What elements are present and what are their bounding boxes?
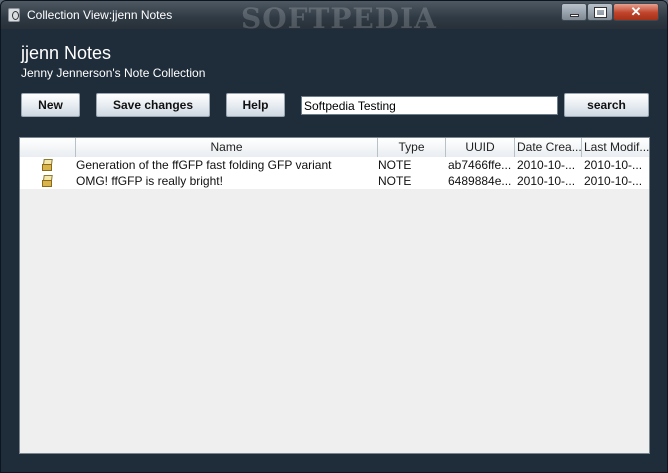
maximize-icon: [588, 4, 612, 20]
app-icon[interactable]: [8, 8, 20, 22]
save-changes-button[interactable]: Save changes: [96, 93, 210, 117]
row-last-modified: 2010-10-...: [584, 174, 643, 188]
help-button[interactable]: Help: [226, 93, 285, 117]
collection-subtitle: Jenny Jennerson's Note Collection: [21, 66, 206, 80]
close-button[interactable]: ✕: [613, 3, 659, 21]
row-last-modified: 2010-10-...: [584, 158, 643, 172]
row-type: NOTE: [378, 174, 412, 188]
close-icon: ✕: [630, 4, 642, 19]
column-header-name[interactable]: Name: [76, 138, 378, 157]
row-name: Generation of the ffGFP fast folding GFP…: [76, 158, 332, 172]
note-folder-icon: [40, 157, 54, 173]
table-row[interactable]: OMG! ffGFP is really bright! NOTE 648988…: [20, 173, 649, 189]
column-header-icon[interactable]: [20, 138, 76, 157]
maximize-button[interactable]: [587, 3, 613, 21]
window-title: Collection View:jjenn Notes: [27, 8, 173, 22]
search-input[interactable]: [301, 96, 558, 115]
column-header-date-created[interactable]: Date Crea...: [515, 138, 582, 157]
search-button[interactable]: search: [564, 93, 649, 117]
row-type: NOTE: [378, 158, 412, 172]
minimize-button[interactable]: [561, 3, 587, 21]
table-header: Name Type UUID Date Crea... Last Modif..…: [20, 138, 649, 158]
title-bar[interactable]: SOFTPEDIA Collection View:jjenn Notes ✕: [1, 1, 667, 35]
column-header-type[interactable]: Type: [378, 138, 446, 157]
new-button[interactable]: New: [21, 93, 80, 117]
row-date-created: 2010-10-...: [517, 158, 576, 172]
collection-view-window: SOFTPEDIA Collection View:jjenn Notes ✕ …: [0, 0, 668, 473]
collection-title: jjenn Notes: [21, 43, 112, 63]
table-row[interactable]: Generation of the ffGFP fast folding GFP…: [20, 157, 649, 173]
column-header-uuid[interactable]: UUID: [446, 138, 515, 157]
minimize-icon: [562, 4, 586, 20]
column-header-last-modified[interactable]: Last Modif...: [582, 138, 649, 157]
row-name: OMG! ffGFP is really bright!: [76, 174, 223, 188]
note-folder-icon: [40, 173, 54, 189]
row-uuid: 6489884e...: [448, 174, 512, 188]
row-uuid: ab7466ffe...: [448, 158, 512, 172]
notes-table[interactable]: Name Type UUID Date Crea... Last Modif..…: [19, 137, 650, 454]
row-date-created: 2010-10-...: [517, 174, 576, 188]
softpedia-watermark: SOFTPEDIA: [241, 2, 437, 35]
